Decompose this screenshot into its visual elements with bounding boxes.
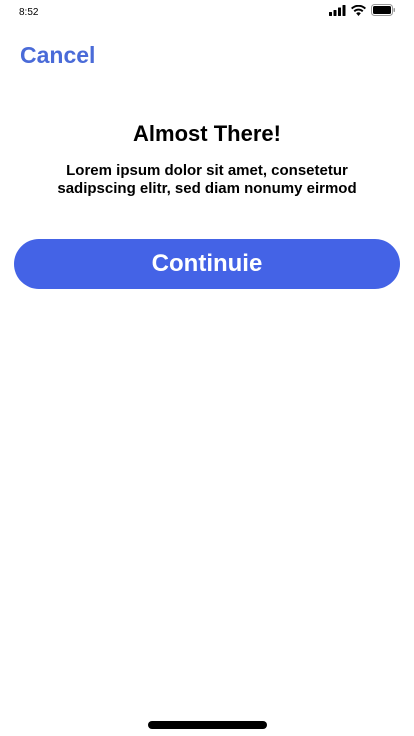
- continue-button[interactable]: Continuie: [14, 239, 400, 289]
- home-indicator[interactable]: [148, 721, 267, 729]
- page-title: Almost There!: [133, 121, 281, 146]
- signal-icon: [329, 4, 346, 16]
- status-bar: 8:52: [0, 0, 414, 22]
- status-time: 8:52: [19, 7, 39, 18]
- cancel-button[interactable]: Cancel: [20, 41, 95, 69]
- page-subtitle: Lorem ipsum dolor sit amet, consetetur s…: [57, 162, 357, 197]
- status-icons: [329, 4, 396, 16]
- battery-icon: [371, 4, 396, 16]
- continue-button-label: Continuie: [151, 250, 263, 277]
- wifi-icon: [351, 4, 366, 16]
